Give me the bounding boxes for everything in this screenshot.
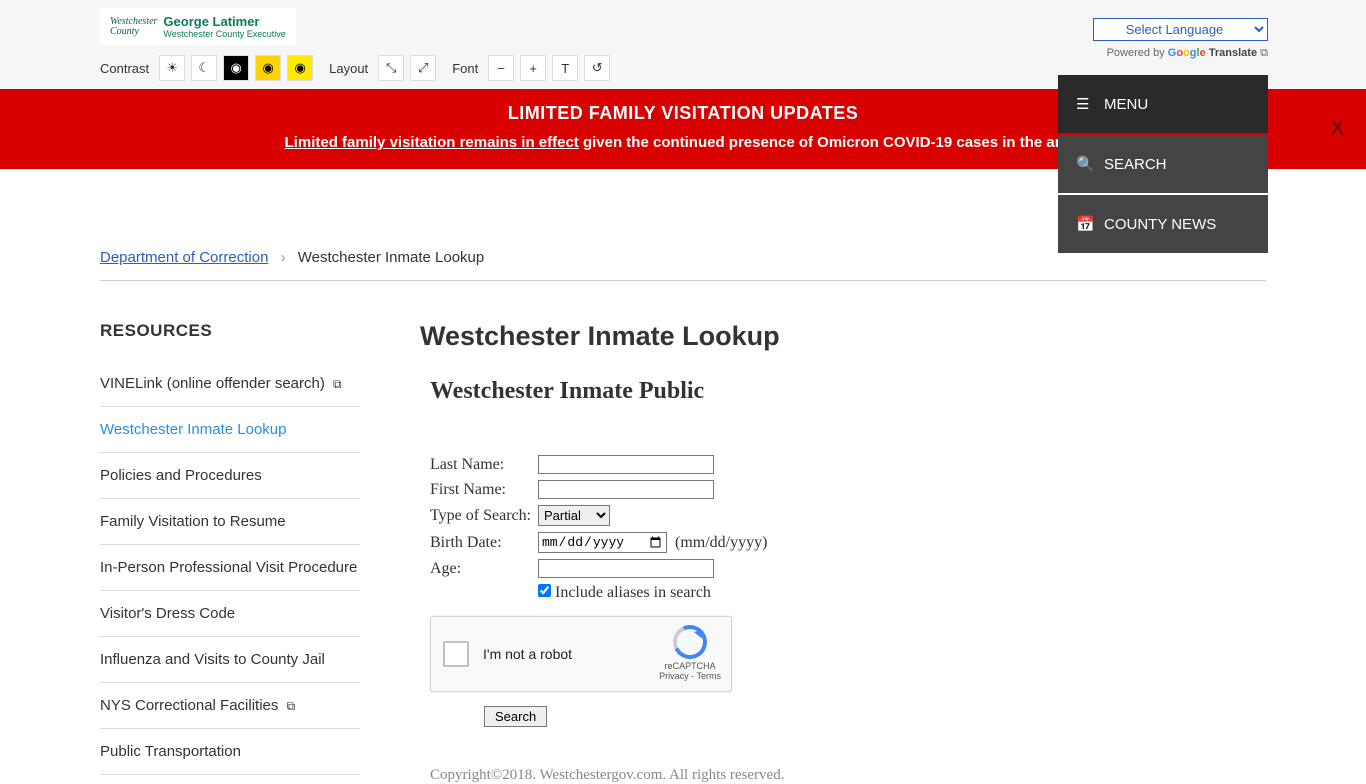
layout-wide-button[interactable]: ⤢ — [410, 55, 436, 81]
contrast-label: Contrast — [100, 61, 149, 76]
recaptcha-text: I'm not a robot — [483, 646, 572, 662]
aliases-checkbox[interactable] — [538, 584, 551, 597]
layout-fixed-button[interactable]: ⤡ — [378, 55, 404, 81]
contrast-black-button[interactable]: ◉ — [223, 55, 249, 81]
recaptcha-badge: reCAPTCHA Privacy - Terms — [659, 625, 721, 681]
age-input[interactable] — [538, 559, 714, 578]
search-type-label: Type of Search: — [430, 507, 538, 525]
sidebar-item-transportation[interactable]: Public Transportation — [100, 729, 360, 775]
google-logo-icon: Google — [1168, 47, 1206, 59]
nav-news-button[interactable]: 📅 COUNTY NEWS — [1058, 195, 1268, 253]
external-link-icon: ⧉ — [333, 377, 342, 391]
breadcrumb-current: Westchester Inmate Lookup — [298, 249, 485, 266]
first-name-label: First Name: — [430, 481, 538, 499]
chevron-right-icon: › — [281, 249, 286, 266]
calendar-icon: 📅 — [1076, 215, 1092, 233]
font-label: Font — [452, 61, 478, 76]
logo-executive-title: Westchester County Executive — [163, 29, 285, 39]
banner-close-button[interactable]: X — [1331, 118, 1344, 141]
aliases-label: Include aliases in search — [555, 584, 711, 601]
language-select[interactable]: Select Language — [1093, 18, 1268, 41]
font-reset-button[interactable]: ↺ — [584, 55, 610, 81]
layout-label: Layout — [329, 61, 368, 76]
sidebar-item-policies[interactable]: Policies and Procedures — [100, 453, 360, 499]
birth-date-label: Birth Date: — [430, 534, 538, 552]
sidebar-heading: RESOURCES — [100, 321, 360, 341]
sidebar-item-nys-facilities[interactable]: NYS Correctional Facilities ⧉ — [100, 683, 360, 729]
hamburger-icon: ☰ — [1076, 95, 1092, 113]
banner-link[interactable]: Limited family visitation remains in eff… — [285, 134, 579, 151]
birth-date-input[interactable] — [538, 532, 667, 553]
page-subtitle: Westchester Inmate Public — [430, 378, 1266, 405]
sidebar-item-dress-code[interactable]: Visitor's Dress Code — [100, 591, 360, 637]
page-title: Westchester Inmate Lookup — [420, 321, 1266, 352]
sidebar-item-influenza[interactable]: Influenza and Visits to County Jail — [100, 637, 360, 683]
contrast-default-button[interactable]: ☀ — [159, 55, 185, 81]
contrast-night-button[interactable]: ☾ — [191, 55, 217, 81]
logo-executive-name: George Latimer — [163, 14, 285, 29]
contrast-yellow-button[interactable]: ◉ — [255, 55, 281, 81]
birth-date-hint: (mm/dd/yyyy) — [675, 534, 767, 552]
copyright-footer: Copyright©2018. Westchestergov.com. All … — [430, 767, 1266, 784]
external-link-icon: ⧉ — [1260, 47, 1268, 59]
last-name-input[interactable] — [538, 455, 714, 474]
contrast-highvis-button[interactable]: ◉ — [287, 55, 313, 81]
recaptcha-checkbox[interactable] — [443, 641, 469, 667]
last-name-label: Last Name: — [430, 456, 538, 474]
search-form: Last Name: First Name: Type of Search: P… — [430, 455, 1266, 727]
nav-menu-button[interactable]: ☰ MENU — [1058, 75, 1268, 133]
external-link-icon: ⧉ — [287, 699, 296, 713]
translate-attribution: Powered by Google Translate ⧉ — [1093, 47, 1268, 60]
search-type-select[interactable]: Partial — [538, 505, 610, 526]
sidebar-item-professional-visit[interactable]: In-Person Professional Visit Procedure — [100, 545, 360, 591]
sidebar-item-visitation[interactable]: Family Visitation to Resume — [100, 499, 360, 545]
breadcrumb-root-link[interactable]: Department of Correction — [100, 249, 268, 266]
sidebar-item-vinelink[interactable]: VINELink (online offender search) ⧉ — [100, 361, 360, 407]
sidebar-item-inmate-lookup[interactable]: Westchester Inmate Lookup — [100, 407, 360, 453]
search-icon: 🔍 — [1076, 155, 1092, 173]
age-label: Age: — [430, 560, 538, 578]
recaptcha-icon — [673, 625, 707, 659]
search-button[interactable]: Search — [484, 706, 547, 727]
recaptcha-widget[interactable]: I'm not a robot reCAPTCHA Privacy - Term… — [430, 616, 732, 692]
font-decrease-button[interactable]: − — [488, 55, 514, 81]
first-name-input[interactable] — [538, 480, 714, 499]
font-readable-button[interactable]: T — [552, 55, 578, 81]
nav-search-button[interactable]: 🔍 SEARCH — [1058, 135, 1268, 193]
logo-text: WestchesterCounty — [110, 17, 157, 37]
font-increase-button[interactable]: + — [520, 55, 546, 81]
site-logo[interactable]: WestchesterCounty George Latimer Westche… — [100, 8, 296, 45]
resources-sidebar: RESOURCES VINELink (online offender sear… — [100, 321, 360, 784]
